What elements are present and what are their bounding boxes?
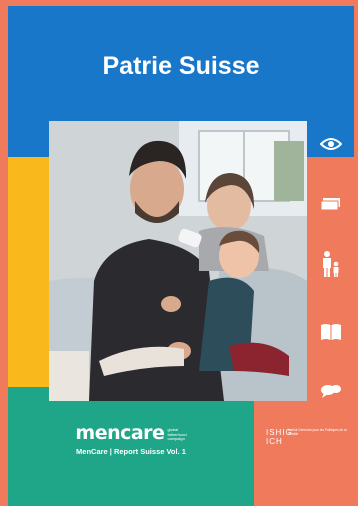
parent-child-icon xyxy=(307,251,354,277)
eye-icon xyxy=(307,137,354,151)
partner-description: Institut Genevois pour les Politiques de… xyxy=(288,428,347,436)
cover-photo xyxy=(49,121,307,401)
report-subtitle: MenCare | Report Suisse Vol. 1 xyxy=(76,447,186,456)
mencare-logo: mencare global fatherhood campaign MenCare … xyxy=(8,422,254,456)
yellow-band xyxy=(8,157,49,387)
cover-title: Patrie Suisse xyxy=(102,52,260,80)
mencare-tagline: global fatherhood campaign xyxy=(167,427,187,442)
money-icon xyxy=(307,197,354,211)
icon-column xyxy=(307,121,354,401)
mencare-wordmark: mencare xyxy=(75,422,165,444)
book-icon xyxy=(307,323,354,341)
partner-logo: ISHIG ICH Institut Genevois pour les Pol… xyxy=(266,428,346,446)
speech-bubbles-icon xyxy=(307,383,354,399)
father-children-photo xyxy=(49,121,307,401)
report-cover: Patrie Suisse mencare global fatherhood … xyxy=(0,0,358,506)
